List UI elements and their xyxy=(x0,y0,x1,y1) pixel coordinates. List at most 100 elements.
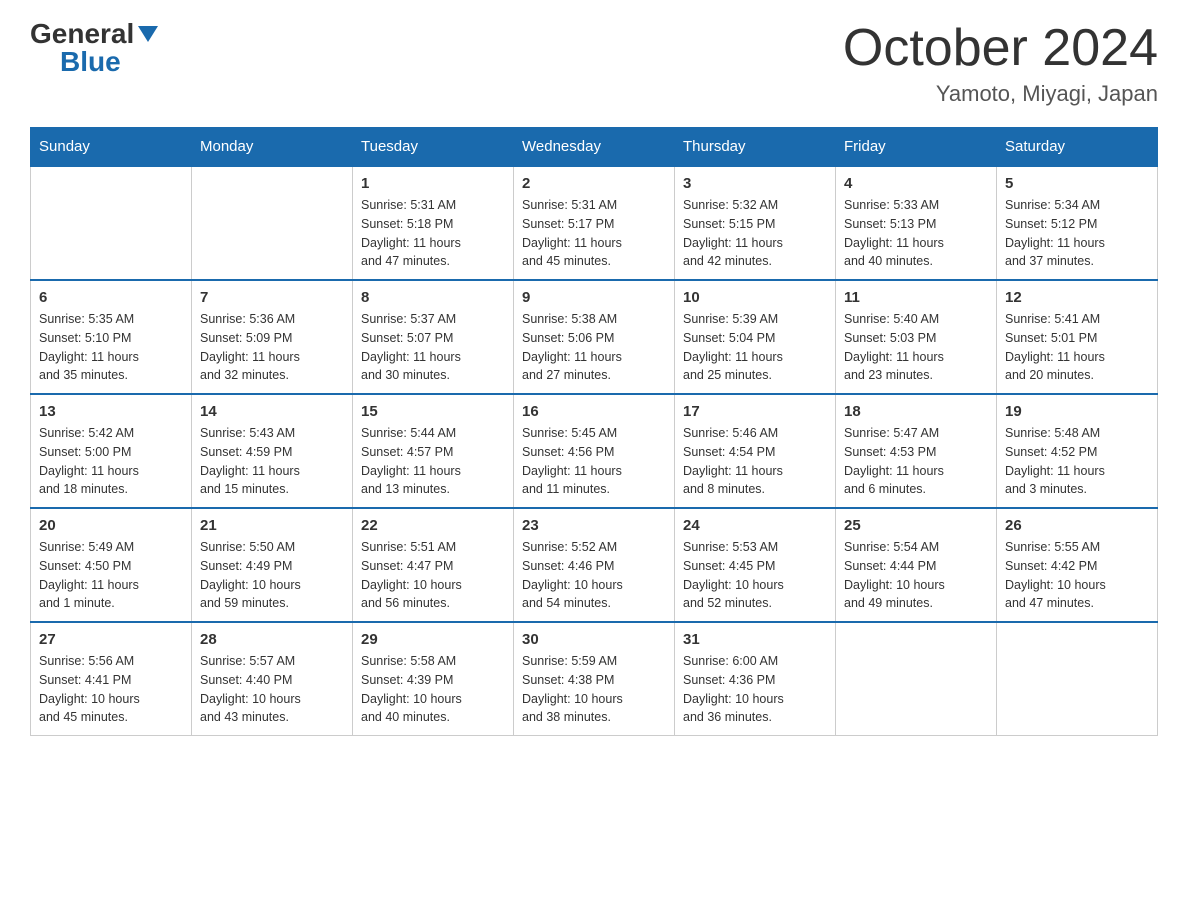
day-cell xyxy=(997,622,1158,736)
day-info: Sunrise: 5:32 AMSunset: 5:15 PMDaylight:… xyxy=(683,196,827,271)
day-number: 13 xyxy=(39,403,183,420)
day-info: Sunrise: 5:43 AMSunset: 4:59 PMDaylight:… xyxy=(200,424,344,499)
day-cell: 15Sunrise: 5:44 AMSunset: 4:57 PMDayligh… xyxy=(353,394,514,508)
day-number: 15 xyxy=(361,403,505,420)
day-cell: 14 Sunrise: 5:43 AMSunset: 4:59 PMDayligh… xyxy=(192,394,353,508)
day-number: 5 xyxy=(1005,175,1149,192)
day-cell: 8 Sunrise: 5:37 AMSunset: 5:07 PMDaylight… xyxy=(353,280,514,394)
day-cell: 24Sunrise: 5:53 AMSunset: 4:45 PMDayligh… xyxy=(675,508,836,622)
day-cell: 11Sunrise: 5:40 AMSunset: 5:03 PMDayligh… xyxy=(836,280,997,394)
day-info: Sunrise: 5:49 AMSunset: 4:50 PMDaylight:… xyxy=(39,538,183,613)
day-cell: 12 Sunrise: 5:41 AMSunset: 5:01 PMDayligh… xyxy=(997,280,1158,394)
day-info: Sunrise: 5:56 AMSunset: 4:41 PMDaylight:… xyxy=(39,652,183,727)
day-number: 17 xyxy=(683,403,827,420)
day-cell: 19 Sunrise: 5:48 AMSunset: 4:52 PMDayligh… xyxy=(997,394,1158,508)
logo-general: General xyxy=(30,20,134,48)
day-info: Sunrise: 5:37 AMSunset: 5:07 PMDaylight:… xyxy=(361,310,505,385)
day-cell xyxy=(31,166,192,280)
header-cell-friday: Friday xyxy=(836,128,997,167)
calendar-body: 1 Sunrise: 5:31 AMSunset: 5:18 PMDaylight… xyxy=(31,166,1158,736)
day-cell: 10Sunrise: 5:39 AMSunset: 5:04 PMDayligh… xyxy=(675,280,836,394)
day-info: Sunrise: 5:41 AMSunset: 5:01 PMDaylight:… xyxy=(1005,310,1149,385)
day-cell: 28 Sunrise: 5:57 AMSunset: 4:40 PMDayligh… xyxy=(192,622,353,736)
day-info: Sunrise: 5:59 AMSunset: 4:38 PMDaylight:… xyxy=(522,652,666,727)
calendar-table: SundayMondayTuesdayWednesdayThursdayFrid… xyxy=(30,127,1158,736)
calendar-title: October 2024 xyxy=(843,20,1158,77)
day-info: Sunrise: 5:58 AMSunset: 4:39 PMDaylight:… xyxy=(361,652,505,727)
day-cell: 22 Sunrise: 5:51 AMSunset: 4:47 PMDayligh… xyxy=(353,508,514,622)
header-cell-monday: Monday xyxy=(192,128,353,167)
day-number: 14 xyxy=(200,403,344,420)
day-number: 28 xyxy=(200,631,344,648)
day-info: Sunrise: 5:47 AMSunset: 4:53 PMDaylight:… xyxy=(844,424,988,499)
day-cell: 16Sunrise: 5:45 AMSunset: 4:56 PMDayligh… xyxy=(514,394,675,508)
day-cell: 4 Sunrise: 5:33 AMSunset: 5:13 PMDaylight… xyxy=(836,166,997,280)
day-number: 4 xyxy=(844,175,988,192)
day-number: 1 xyxy=(361,175,505,192)
day-number: 26 xyxy=(1005,517,1149,534)
day-cell: 13 Sunrise: 5:42 AMSunset: 5:00 PMDayligh… xyxy=(31,394,192,508)
day-info: Sunrise: 5:31 AMSunset: 5:18 PMDaylight:… xyxy=(361,196,505,271)
day-info: Sunrise: 5:52 AMSunset: 4:46 PMDaylight:… xyxy=(522,538,666,613)
day-cell: 6Sunrise: 5:35 AMSunset: 5:10 PMDaylight… xyxy=(31,280,192,394)
day-number: 23 xyxy=(522,517,666,534)
day-cell: 17 Sunrise: 5:46 AMSunset: 4:54 PMDayligh… xyxy=(675,394,836,508)
day-info: Sunrise: 5:33 AMSunset: 5:13 PMDaylight:… xyxy=(844,196,988,271)
day-number: 30 xyxy=(522,631,666,648)
day-number: 12 xyxy=(1005,289,1149,306)
title-section: October 2024 Yamoto, Miyagi, Japan xyxy=(843,20,1158,107)
day-info: Sunrise: 5:51 AMSunset: 4:47 PMDaylight:… xyxy=(361,538,505,613)
day-number: 16 xyxy=(522,403,666,420)
day-cell: 29Sunrise: 5:58 AMSunset: 4:39 PMDayligh… xyxy=(353,622,514,736)
day-number: 22 xyxy=(361,517,505,534)
header-row: SundayMondayTuesdayWednesdayThursdayFrid… xyxy=(31,128,1158,167)
week-row-5: 27Sunrise: 5:56 AMSunset: 4:41 PMDayligh… xyxy=(31,622,1158,736)
day-info: Sunrise: 5:57 AMSunset: 4:40 PMDaylight:… xyxy=(200,652,344,727)
day-number: 7 xyxy=(200,289,344,306)
week-row-4: 20 Sunrise: 5:49 AMSunset: 4:50 PMDayligh… xyxy=(31,508,1158,622)
day-info: Sunrise: 5:48 AMSunset: 4:52 PMDaylight:… xyxy=(1005,424,1149,499)
page-header: General Blue October 2024 Yamoto, Miyagi… xyxy=(30,20,1158,107)
day-cell: 3 Sunrise: 5:32 AMSunset: 5:15 PMDaylight… xyxy=(675,166,836,280)
day-number: 20 xyxy=(39,517,183,534)
day-info: Sunrise: 5:35 AMSunset: 5:10 PMDaylight:… xyxy=(39,310,183,385)
day-info: Sunrise: 5:39 AMSunset: 5:04 PMDaylight:… xyxy=(683,310,827,385)
day-number: 8 xyxy=(361,289,505,306)
day-info: Sunrise: 5:54 AMSunset: 4:44 PMDaylight:… xyxy=(844,538,988,613)
day-cell: 7Sunrise: 5:36 AMSunset: 5:09 PMDaylight… xyxy=(192,280,353,394)
week-row-2: 6Sunrise: 5:35 AMSunset: 5:10 PMDaylight… xyxy=(31,280,1158,394)
day-info: Sunrise: 5:42 AMSunset: 5:00 PMDaylight:… xyxy=(39,424,183,499)
day-info: Sunrise: 5:55 AMSunset: 4:42 PMDaylight:… xyxy=(1005,538,1149,613)
day-cell xyxy=(192,166,353,280)
day-cell: 23 Sunrise: 5:52 AMSunset: 4:46 PMDayligh… xyxy=(514,508,675,622)
day-number: 21 xyxy=(200,517,344,534)
day-info: Sunrise: 5:34 AMSunset: 5:12 PMDaylight:… xyxy=(1005,196,1149,271)
day-info: Sunrise: 5:46 AMSunset: 4:54 PMDaylight:… xyxy=(683,424,827,499)
day-number: 24 xyxy=(683,517,827,534)
week-row-1: 1 Sunrise: 5:31 AMSunset: 5:18 PMDaylight… xyxy=(31,166,1158,280)
day-info: Sunrise: 5:38 AMSunset: 5:06 PMDaylight:… xyxy=(522,310,666,385)
day-number: 3 xyxy=(683,175,827,192)
day-info: Sunrise: 5:31 AMSunset: 5:17 PMDaylight:… xyxy=(522,196,666,271)
day-cell: 27Sunrise: 5:56 AMSunset: 4:41 PMDayligh… xyxy=(31,622,192,736)
header-cell-sunday: Sunday xyxy=(31,128,192,167)
logo-blue: Blue xyxy=(60,48,121,76)
header-cell-wednesday: Wednesday xyxy=(514,128,675,167)
day-cell: 1 Sunrise: 5:31 AMSunset: 5:18 PMDaylight… xyxy=(353,166,514,280)
header-cell-saturday: Saturday xyxy=(997,128,1158,167)
day-cell: 30 Sunrise: 5:59 AMSunset: 4:38 PMDayligh… xyxy=(514,622,675,736)
calendar-header: SundayMondayTuesdayWednesdayThursdayFrid… xyxy=(31,128,1158,167)
day-number: 18 xyxy=(844,403,988,420)
day-cell: 9Sunrise: 5:38 AMSunset: 5:06 PMDaylight… xyxy=(514,280,675,394)
day-number: 19 xyxy=(1005,403,1149,420)
day-cell: 31Sunrise: 6:00 AMSunset: 4:36 PMDayligh… xyxy=(675,622,836,736)
day-cell: 2Sunrise: 5:31 AMSunset: 5:17 PMDaylight… xyxy=(514,166,675,280)
calendar-subtitle: Yamoto, Miyagi, Japan xyxy=(843,81,1158,107)
logo-triangle-icon xyxy=(138,26,158,42)
header-cell-thursday: Thursday xyxy=(675,128,836,167)
day-cell xyxy=(836,622,997,736)
week-row-3: 13 Sunrise: 5:42 AMSunset: 5:00 PMDayligh… xyxy=(31,394,1158,508)
header-cell-tuesday: Tuesday xyxy=(353,128,514,167)
day-info: Sunrise: 5:40 AMSunset: 5:03 PMDaylight:… xyxy=(844,310,988,385)
day-cell: 5 Sunrise: 5:34 AMSunset: 5:12 PMDaylight… xyxy=(997,166,1158,280)
